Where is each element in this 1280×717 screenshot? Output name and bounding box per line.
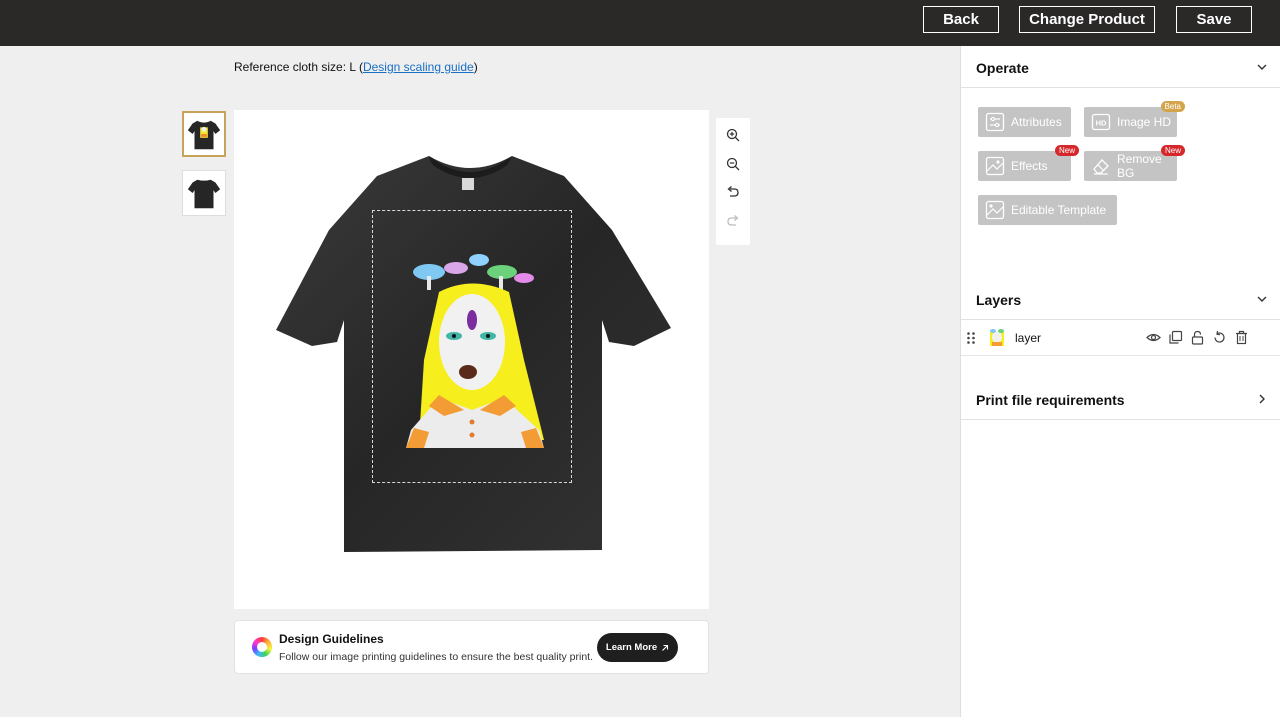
lock-open-icon[interactable] <box>1190 330 1205 345</box>
drag-handle-icon[interactable] <box>966 331 976 345</box>
remove-bg-button[interactable]: Remove BG New <box>1084 145 1185 181</box>
top-bar: Back Change Product Save <box>0 0 1280 46</box>
layers-section-header[interactable]: Layers <box>961 278 1280 320</box>
external-arrow-icon <box>662 644 669 651</box>
tshirt-front-thumbnail-image <box>187 120 221 150</box>
undo-icon <box>727 186 739 197</box>
zoom-in-icon <box>726 128 740 142</box>
image-hd-button[interactable]: HD Image HD Beta <box>1084 101 1185 137</box>
redo-button[interactable] <box>723 211 743 231</box>
image-hd-label: Image HD <box>1117 115 1172 129</box>
attributes-label: Attributes <box>1011 115 1062 129</box>
reference-size-suffix: ) <box>473 60 478 74</box>
print-requirements-section-header[interactable]: Print file requirements <box>961 378 1280 420</box>
print-requirements-title: Print file requirements <box>976 392 1125 408</box>
guidelines-text: Follow our image printing guidelines to … <box>279 651 594 663</box>
zoom-in-button[interactable] <box>723 125 743 145</box>
layer-thumbnail-image <box>990 329 1004 346</box>
thumbnail-back[interactable] <box>182 170 226 216</box>
duplicate-icon[interactable] <box>1168 330 1183 345</box>
redo-icon <box>727 215 739 226</box>
chevron-right-icon <box>1259 394 1265 404</box>
editable-template-label: Editable Template <box>1011 203 1107 217</box>
eye-icon[interactable] <box>1146 330 1161 345</box>
zoom-toolbar <box>716 118 750 245</box>
hd-icon: HD <box>1091 113 1111 131</box>
layer-row[interactable]: layer <box>961 320 1280 356</box>
svg-text:HD: HD <box>1096 119 1107 128</box>
right-panel: Operate Attributes HD Image HD Beta Effe… <box>960 46 1280 717</box>
remove-bg-label: Remove BG <box>1117 152 1162 180</box>
print-area-outline <box>372 210 572 483</box>
design-canvas[interactable] <box>234 110 709 609</box>
new-badge: New <box>1054 145 1079 156</box>
thumbnail-front[interactable] <box>182 111 226 157</box>
new-badge: New <box>1160 145 1185 156</box>
template-icon <box>985 200 1005 220</box>
editable-template-button[interactable]: Editable Template <box>978 195 1117 225</box>
back-button[interactable]: Back <box>923 6 999 33</box>
design-scaling-guide-link[interactable]: Design scaling guide <box>363 60 474 74</box>
chevron-down-icon <box>1257 296 1267 302</box>
reset-icon[interactable] <box>1212 330 1227 345</box>
attributes-button[interactable]: Attributes <box>978 107 1071 137</box>
effects-button[interactable]: Effects New <box>978 145 1079 181</box>
learn-more-label: Learn More <box>605 642 658 653</box>
operate-title: Operate <box>976 60 1029 76</box>
effects-label: Effects <box>1011 159 1048 173</box>
chevron-down-icon <box>1257 64 1267 70</box>
change-product-button[interactable]: Change Product <box>1019 6 1155 33</box>
beta-badge: Beta <box>1160 101 1185 112</box>
learn-more-button[interactable]: Learn More <box>597 633 678 662</box>
zoom-out-icon <box>726 157 740 171</box>
tshirt-back-thumbnail-image <box>187 179 221 209</box>
layer-label: layer <box>1015 331 1042 345</box>
trash-icon[interactable] <box>1234 330 1249 345</box>
eraser-icon <box>1093 159 1109 175</box>
sliders-icon <box>985 112 1005 132</box>
guidelines-title: Design Guidelines <box>279 632 384 646</box>
reference-size-text: Reference cloth size: L ( <box>234 60 363 74</box>
effects-icon <box>985 156 1005 176</box>
color-wheel-icon <box>252 637 272 657</box>
zoom-out-button[interactable] <box>723 154 743 174</box>
reference-size-line: Reference cloth size: L (Design scaling … <box>234 60 478 74</box>
layers-title: Layers <box>976 292 1022 308</box>
design-guidelines-card: Design Guidelines Follow our image print… <box>234 620 709 674</box>
operate-section-header[interactable]: Operate <box>961 46 1280 88</box>
undo-button[interactable] <box>723 182 743 202</box>
save-button[interactable]: Save <box>1176 6 1252 33</box>
